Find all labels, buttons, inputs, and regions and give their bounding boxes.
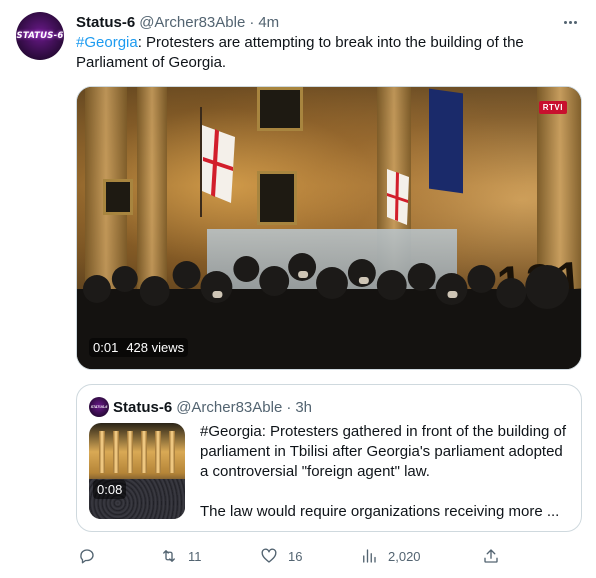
display-name[interactable]: Status-6: [76, 14, 135, 31]
separator: ·: [249, 13, 255, 31]
georgian-flag-small: [387, 169, 409, 225]
like-count: 16: [288, 548, 303, 564]
quoted-timestamp: 3h: [295, 398, 312, 416]
user-handle[interactable]: @Archer83Able: [139, 14, 245, 31]
quoted-user-handle: @Archer83Able: [176, 398, 283, 416]
video-player[interactable]: 131 RTVI 0:01 428 views: [76, 86, 582, 370]
quoted-paragraph-1: #Georgia: Protesters gathered in front o…: [200, 423, 567, 480]
quoted-avatar-text: STATUS-6: [90, 405, 108, 409]
action-bar: 11 16 2,020: [76, 544, 576, 568]
retweet-icon: [163, 550, 175, 562]
video-frame: 131: [77, 87, 581, 369]
watermark-badge: RTVI: [538, 101, 567, 114]
quoted-avatar: STATUS-6: [89, 397, 109, 417]
tweet[interactable]: STATUS-6 Status-6 @Archer83Able · 4m #Ge…: [0, 0, 596, 578]
views-button[interactable]: 2,020: [360, 547, 421, 565]
retweet-button[interactable]: 11: [160, 547, 202, 565]
video-duration: 0:01: [93, 340, 119, 355]
tweet-text: #Georgia: Protesters are attempting to b…: [76, 33, 576, 73]
views-chart-icon: [363, 549, 376, 563]
video-views: 428 views: [126, 340, 185, 355]
quoted-tweet-header: STATUS-6 Status-6 @Archer83Able · 3h: [89, 397, 312, 417]
timestamp[interactable]: 4m: [258, 14, 279, 31]
quoted-paragraph-2: The law would require organizations rece…: [200, 503, 560, 520]
video-info: 0:01 428 views: [89, 338, 189, 357]
eu-flag: [429, 88, 463, 194]
quoted-separator: ·: [286, 398, 292, 416]
share-icon: [484, 549, 498, 563]
heart-icon: [261, 548, 277, 563]
quoted-tweet-text: #Georgia: Protesters gathered in front o…: [200, 422, 570, 522]
quoted-tweet[interactable]: STATUS-6 Status-6 @Archer83Able · 3h 0:0…: [76, 384, 582, 532]
quoted-video-duration: 0:08: [93, 480, 127, 499]
tweet-body: : Protesters are attempting to break int…: [76, 34, 524, 71]
more-dots-icon[interactable]: [560, 12, 580, 32]
reply-icon: [80, 549, 94, 564]
georgian-flag: [200, 107, 235, 217]
avatar-text: STATUS-6: [16, 31, 64, 41]
share-button[interactable]: [482, 547, 500, 565]
quoted-video-thumbnail[interactable]: 0:08: [89, 423, 185, 519]
hashtag-link[interactable]: #Georgia: [76, 34, 138, 51]
tweet-header: Status-6 @Archer83Able · 4m: [76, 12, 279, 32]
views-count: 2,020: [388, 548, 421, 564]
like-button[interactable]: 16: [260, 547, 302, 565]
reply-button[interactable]: [78, 547, 106, 565]
avatar[interactable]: STATUS-6: [16, 12, 64, 60]
retweet-count: 11: [188, 548, 202, 564]
quoted-display-name: Status-6: [113, 398, 173, 416]
